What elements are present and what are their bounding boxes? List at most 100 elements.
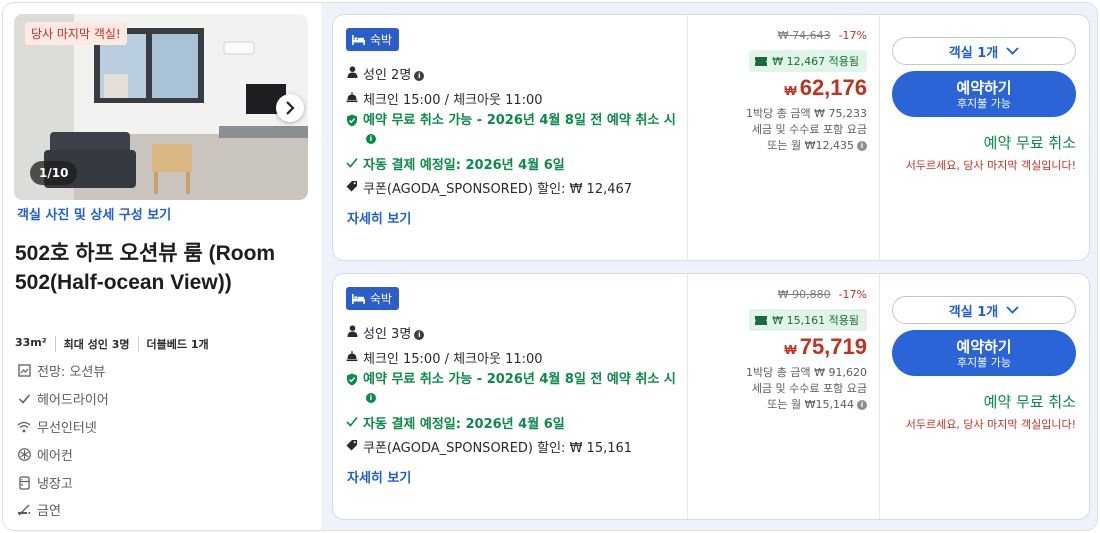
auto-pay-text: 자동 결제 예정일: 2026년 4월 6일 (363, 417, 565, 432)
info-icon[interactable]: i (857, 400, 867, 410)
auto-pay-line: 자동 결제 예정일: 2026년 4월 6일 (346, 154, 676, 173)
person-icon (346, 323, 358, 339)
info-icon[interactable]: i (366, 392, 376, 403)
free-cancel-label: 예약 무료 취소 (983, 134, 1076, 152)
amenity-aircon: 에어컨 (17, 445, 277, 464)
fridge-icon (17, 475, 31, 490)
free-cancel-label: 예약 무료 취소 (983, 393, 1076, 411)
currency-symbol: ₩ (784, 342, 797, 357)
guests-line: 성인 2명 i (346, 64, 676, 83)
coupon-text: 쿠폰(AGODA_SPONSORED) 할인: ₩ 12,467 (363, 182, 633, 197)
snowflake-icon (17, 448, 31, 462)
room-offer-panel: 당사 마지막 객실! 1/10 객실 사진 및 상세 구성 보기 502호 하프… (2, 2, 1098, 531)
coupon-text: 쿠폰(AGODA_SPONSORED) 할인: ₩ 15,161 (363, 441, 633, 456)
stay-tag: 숙박 (346, 28, 400, 51)
rooms-count-value: 객실 1개 (948, 45, 999, 61)
amenity-label: 헤어드라이어 (37, 393, 109, 408)
amenity-hairdryer: 헤어드라이어 (17, 389, 277, 408)
coupon-applied-chip: ₩ 15,161 적용됨 (749, 309, 867, 331)
coupon-applied-text: ₩ 15,161 적용됨 (772, 314, 859, 327)
rooms-count-value: 객실 1개 (948, 304, 999, 320)
original-price: ₩ 90,880 (777, 288, 831, 301)
current-price: ₩62,176 (784, 75, 867, 101)
ticket-icon (755, 315, 768, 325)
person-icon (346, 64, 358, 80)
room-info: 당사 마지막 객실! 1/10 객실 사진 및 상세 구성 보기 502호 하프… (3, 3, 321, 530)
tax-included-note: 세금 및 수수료 포함 요금 (751, 382, 867, 395)
room-bed: 더블베드 1개 (146, 338, 209, 351)
offer-conditions: 숙박 성인 2명 i 체크인 15:00 / 체크아웃 11:00 예약 무료 취… (333, 15, 687, 260)
bell-icon (346, 348, 358, 364)
room-size: 33m² (15, 336, 56, 352)
book-button[interactable]: 예약하기 후지불 가능 (892, 71, 1076, 117)
shield-check-icon (346, 112, 358, 128)
auto-pay-text: 자동 결제 예정일: 2026년 4월 6일 (363, 158, 565, 173)
checkin-text: 체크인 15:00 / 체크아웃 11:00 (363, 352, 543, 367)
coupon-line: 쿠폰(AGODA_SPONSORED) 할인: ₩ 15,161 (346, 437, 676, 456)
offer-price: ₩ 90,880 -17% ₩ 15,161 적용됨 ₩75,719 1박당 총… (687, 274, 879, 519)
checkin-line: 체크인 15:00 / 체크아웃 11:00 (346, 89, 676, 108)
check-icon (17, 392, 31, 406)
check-icon (346, 154, 358, 170)
shield-check-icon (346, 371, 358, 387)
bed-icon (352, 293, 365, 304)
room-photo[interactable]: 당사 마지막 객실! 1/10 (14, 14, 308, 200)
offer-price: ₩ 74,643 -17% ₩ 12,467 적용됨 ₩62,176 1박당 총… (687, 15, 879, 260)
rooms-count-select[interactable]: 객실 1개 (892, 37, 1076, 65)
offer-conditions: 숙박 성인 3명 i 체크인 15:00 / 체크아웃 11:00 예약 무료 취… (333, 274, 687, 519)
check-icon (346, 413, 358, 429)
amenity-wifi: 무선인터넷 (17, 417, 277, 436)
amenity-nonsmoking: 금연 (17, 500, 277, 519)
total-per-night: 1박당 총 금액 ₩ 75,233 (746, 107, 867, 120)
monthly-payment: 또는 월 ₩12,435 (767, 139, 854, 152)
original-price: ₩ 74,643 (777, 29, 831, 42)
guests-text: 성인 2명 (363, 68, 412, 83)
book-button-sublabel: 후지불 가능 (956, 355, 1012, 369)
room-max-occupancy: 최대 성인 3명 (64, 336, 139, 352)
info-icon[interactable]: i (414, 329, 425, 340)
tax-included-note: 세금 및 수수료 포함 요금 (751, 123, 867, 136)
free-cancel-text: 예약 무료 취소 가능 - 2026년 4월 8일 전 예약 취소 시 (363, 372, 676, 387)
stay-tag-label: 숙박 (370, 33, 393, 47)
room-photos-link[interactable]: 객실 사진 및 상세 구성 보기 (17, 204, 171, 223)
free-cancel-line: 예약 무료 취소 가능 - 2026년 4월 8일 전 예약 취소 시 i (346, 112, 676, 148)
monthly-payment: 또는 월 ₩15,144 (767, 398, 854, 411)
chevron-down-icon (1006, 306, 1019, 314)
next-photo-button[interactable] (276, 94, 304, 122)
bell-icon (346, 89, 358, 105)
checkin-line: 체크인 15:00 / 체크아웃 11:00 (346, 348, 676, 367)
coupon-applied-chip: ₩ 12,467 적용됨 (749, 50, 867, 72)
stay-tag: 숙박 (346, 287, 400, 310)
last-room-badge: 당사 마지막 객실! (25, 22, 127, 45)
currency-symbol: ₩ (784, 83, 797, 98)
info-icon[interactable]: i (366, 133, 376, 144)
offer-actions: 객실 1개 예약하기 후지불 가능 예약 무료 취소 서두르세요, 당사 마지막… (879, 274, 1091, 519)
tag-icon (346, 178, 358, 194)
price-amount: 62,176 (799, 75, 867, 100)
details-link[interactable]: 자세히 보기 (347, 467, 411, 486)
info-icon[interactable]: i (857, 141, 867, 151)
rooms-count-select[interactable]: 객실 1개 (892, 296, 1076, 324)
info-icon[interactable]: i (414, 70, 425, 81)
amenity-label: 금연 (37, 504, 61, 519)
room-specs: 33m² 최대 성인 3명 더블베드 1개 (15, 336, 225, 352)
guests-text: 성인 3명 (363, 327, 412, 342)
amenity-label: 냉장고 (37, 477, 73, 492)
book-button[interactable]: 예약하기 후지불 가능 (892, 330, 1076, 376)
price-amount: 75,719 (799, 334, 867, 359)
discount-percent: -17% (838, 29, 867, 42)
coupon-line: 쿠폰(AGODA_SPONSORED) 할인: ₩ 12,467 (346, 178, 676, 197)
free-cancel-line: 예약 무료 취소 가능 - 2026년 4월 8일 전 예약 취소 시 i (346, 371, 676, 407)
price-notes: 1박당 총 금액 ₩ 75,233 세금 및 수수료 포함 요금 또는 월 ₩1… (746, 106, 867, 154)
current-price: ₩75,719 (784, 334, 867, 360)
amenity-fridge: 냉장고 (17, 473, 277, 492)
auto-pay-line: 자동 결제 예정일: 2026년 4월 6일 (346, 413, 676, 432)
ticket-icon (755, 56, 768, 66)
last-room-warning: 서두르세요, 당사 마지막 객실입니다! (905, 159, 1076, 172)
offer-card-2: 숙박 성인 3명 i 체크인 15:00 / 체크아웃 11:00 예약 무료 취… (332, 273, 1090, 520)
chevron-right-icon (286, 101, 295, 115)
offer-card-1: 숙박 성인 2명 i 체크인 15:00 / 체크아웃 11:00 예약 무료 취… (332, 14, 1090, 261)
checkin-text: 체크인 15:00 / 체크아웃 11:00 (363, 93, 543, 108)
details-link[interactable]: 자세히 보기 (347, 208, 411, 227)
original-price-row: ₩ 90,880 -17% (778, 288, 867, 301)
